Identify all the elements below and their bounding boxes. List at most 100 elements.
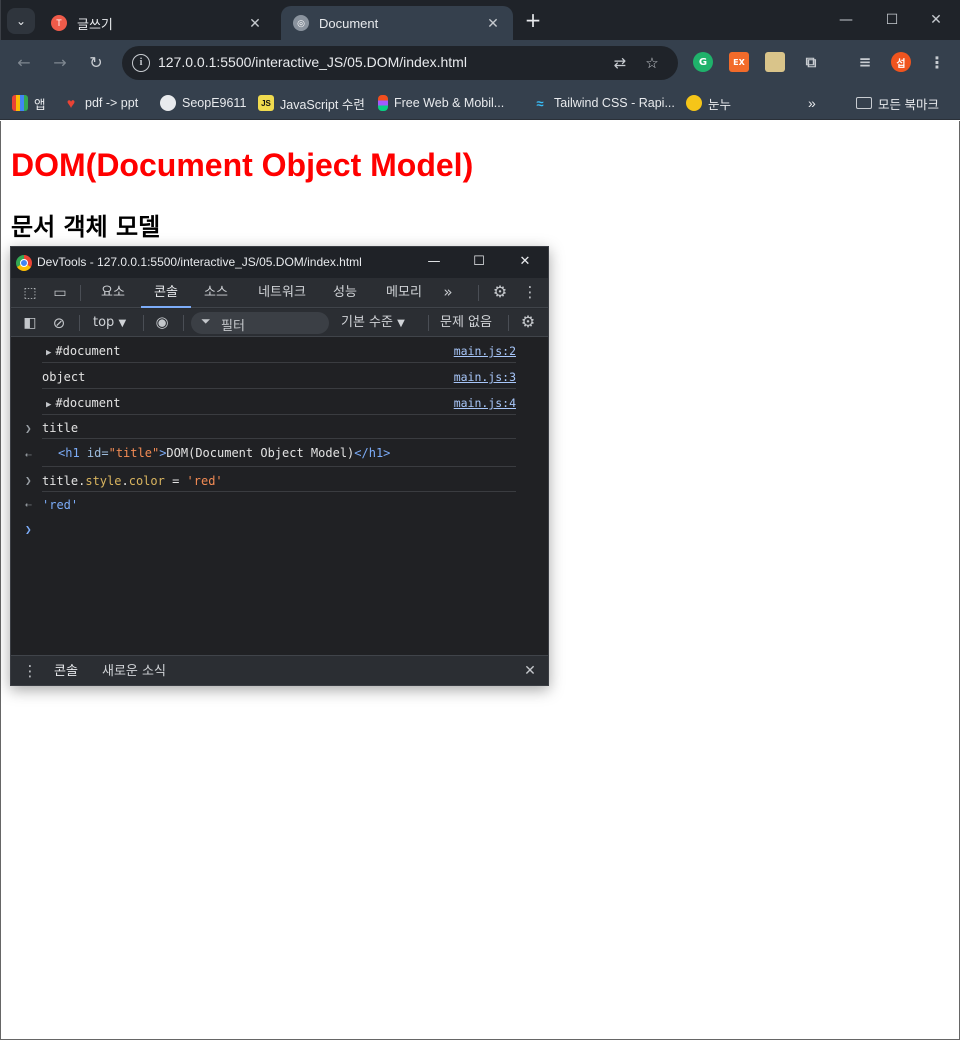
- clear-console-icon[interactable]: ⊘: [48, 313, 70, 333]
- close-icon[interactable]: ✕: [245, 15, 265, 32]
- tab-search-button[interactable]: ⌄: [7, 8, 35, 34]
- tailwind-icon: ≈: [536, 95, 544, 111]
- tab-console[interactable]: 콘솔: [141, 278, 191, 308]
- tab-title: Document: [319, 15, 379, 31]
- browser-tab-1[interactable]: T 글쓰기 ✕: [39, 6, 275, 40]
- levels-value: 기본 수준: [341, 315, 393, 330]
- caret-down-icon: ▼: [397, 318, 405, 329]
- duck-icon: [686, 95, 702, 111]
- devtools-titlebar: DevTools - 127.0.0.1:5500/interactive_JS…: [11, 247, 548, 278]
- bookmark-github[interactable]: SeopE9611: [160, 92, 246, 114]
- bookmark-apps[interactable]: 앱: [12, 92, 46, 114]
- bookmarks-bar: 앱 ♥ pdf -> ppt SeopE9611 JS JavaScript 수…: [0, 86, 960, 120]
- devtools-window: DevTools - 127.0.0.1:5500/interactive_JS…: [10, 246, 549, 686]
- bookmark-tailwind[interactable]: ≈ Tailwind CSS - Rapi...: [532, 92, 674, 114]
- maximize-icon[interactable]: ☐: [869, 8, 915, 32]
- apps-grid-icon: [12, 95, 28, 111]
- console-prompt-icon[interactable]: ❯: [25, 523, 32, 536]
- tab-network[interactable]: 네트워크: [249, 278, 315, 308]
- bookmark-label: SeopE9611: [182, 96, 247, 110]
- page-subtitle: 문서 객체 모델: [11, 213, 161, 241]
- minimize-icon[interactable]: —: [823, 8, 869, 32]
- tab-performance[interactable]: 성능: [325, 278, 365, 308]
- extension-ex-icon[interactable]: EX: [729, 52, 749, 72]
- back-icon[interactable]: ←: [12, 52, 36, 74]
- console-output[interactable]: ▶ #document main.js:2 object main.js:3 ▶ #…: [11, 337, 548, 655]
- grammarly-icon[interactable]: G: [693, 52, 713, 72]
- site-info-icon[interactable]: i: [132, 54, 150, 72]
- bookmark-label: Free Web & Mobil...: [394, 96, 505, 110]
- bookmark-noonnu[interactable]: 눈누: [686, 92, 731, 114]
- js-icon: JS: [258, 95, 274, 111]
- drawer-tab-whats-new[interactable]: 새로운 소식: [102, 662, 166, 682]
- eye-icon[interactable]: ◉: [151, 312, 173, 332]
- close-window-icon[interactable]: ✕: [913, 8, 959, 32]
- minimize-icon[interactable]: —: [414, 252, 454, 272]
- url-text: 127.0.0.1:5500/interactive_JS/05.DOM/ind…: [158, 54, 467, 70]
- browser-toolbar: ← → ↻ i 127.0.0.1:5500/interactive_JS/05…: [0, 40, 960, 86]
- source-link[interactable]: main.js:2: [454, 344, 516, 358]
- tab-elements[interactable]: 요소: [91, 278, 135, 308]
- console-input-row: title: [42, 415, 516, 439]
- console-output-row: <h1 id="title">DOM(Document Object Model…: [42, 439, 516, 467]
- close-drawer-icon[interactable]: ✕: [519, 661, 541, 681]
- profile-avatar[interactable]: 섭: [891, 52, 911, 72]
- devtools-drawer: ⋮ 콘솔 새로운 소식 ✕: [11, 655, 548, 685]
- browser-tab-2[interactable]: ◎ Document ✕: [281, 6, 513, 40]
- devtools-title: DevTools - 127.0.0.1:5500/interactive_JS…: [37, 255, 362, 269]
- bookmark-javascript[interactable]: JS JavaScript 수련: [258, 92, 365, 114]
- console-log-row: ▶ #document main.js:4: [42, 389, 516, 415]
- all-bookmarks[interactable]: 모든 북마크: [856, 92, 939, 114]
- menu-icon[interactable]: ⋮: [927, 52, 947, 72]
- folder-icon: [856, 97, 872, 109]
- inspect-element-icon[interactable]: ⬚: [19, 283, 41, 303]
- image-extension-icon[interactable]: [765, 52, 785, 72]
- more-bookmarks-icon[interactable]: »: [808, 92, 816, 114]
- github-icon: [160, 95, 176, 111]
- bookmark-label: 모든 북마크: [878, 97, 939, 112]
- log-text: #document: [55, 396, 121, 410]
- close-icon[interactable]: ✕: [483, 15, 503, 32]
- console-input-row: title.style.color = 'red': [42, 467, 516, 492]
- kebab-menu-icon[interactable]: ⋮: [519, 282, 541, 302]
- source-link[interactable]: main.js:3: [454, 370, 516, 384]
- puzzle-icon[interactable]: ⧉: [801, 52, 821, 72]
- reload-icon[interactable]: ↻: [84, 52, 108, 74]
- maximize-icon[interactable]: ☐: [459, 252, 499, 272]
- drawer-tab-console[interactable]: 콘솔: [42, 662, 90, 685]
- globe-icon: ◎: [293, 15, 309, 31]
- forward-icon[interactable]: →: [48, 52, 72, 74]
- expand-triangle-icon[interactable]: ▶: [46, 348, 51, 358]
- input-text: title.style.color = 'red': [42, 474, 223, 488]
- more-tabs-icon[interactable]: »: [437, 282, 459, 302]
- gear-icon[interactable]: ⚙: [489, 282, 511, 302]
- tab-sources[interactable]: 소스: [197, 278, 235, 308]
- log-levels-selector[interactable]: 기본 수준 ▼: [341, 313, 405, 334]
- log-text: object: [42, 370, 86, 384]
- sidebar-toggle-icon[interactable]: ◧: [19, 313, 41, 333]
- tab-memory[interactable]: 메모리: [379, 278, 429, 308]
- console-filter-input[interactable]: ⏷ 필터: [191, 312, 329, 334]
- input-text: title: [42, 421, 79, 435]
- kebab-menu-icon[interactable]: ⋮: [19, 661, 41, 681]
- html-element-output[interactable]: <h1 id="title">DOM(Document Object Model…: [58, 446, 390, 460]
- device-toolbar-icon[interactable]: ▭: [49, 283, 71, 303]
- address-bar[interactable]: i 127.0.0.1:5500/interactive_JS/05.DOM/i…: [122, 46, 678, 80]
- issues-counter[interactable]: 문제 없음: [440, 313, 492, 333]
- media-queue-icon[interactable]: ≡: [855, 52, 875, 72]
- console-settings-gear-icon[interactable]: ⚙: [517, 312, 539, 332]
- close-icon[interactable]: ✕: [505, 252, 545, 272]
- output-arrow-icon: ⇠: [25, 498, 32, 511]
- bookmark-pdf-ppt[interactable]: ♥ pdf -> ppt: [63, 92, 138, 114]
- translate-icon[interactable]: ⇄: [610, 53, 630, 73]
- bookmark-figma[interactable]: Free Web & Mobil...: [378, 92, 504, 114]
- expand-triangle-icon[interactable]: ▶: [46, 400, 51, 410]
- console-log-row: object main.js:3: [42, 363, 516, 389]
- new-tab-button[interactable]: +: [521, 8, 545, 32]
- context-value: top: [93, 315, 115, 330]
- context-selector[interactable]: top ▼: [93, 313, 126, 334]
- console-filter-bar: ◧ ⊘ top ▼ ◉ ⏷ 필터 기본 수준 ▼ 문제 없음 ⚙: [11, 309, 548, 337]
- chevron-down-icon: ⌄: [15, 14, 27, 28]
- star-icon[interactable]: ☆: [642, 53, 662, 73]
- source-link[interactable]: main.js:4: [454, 396, 516, 410]
